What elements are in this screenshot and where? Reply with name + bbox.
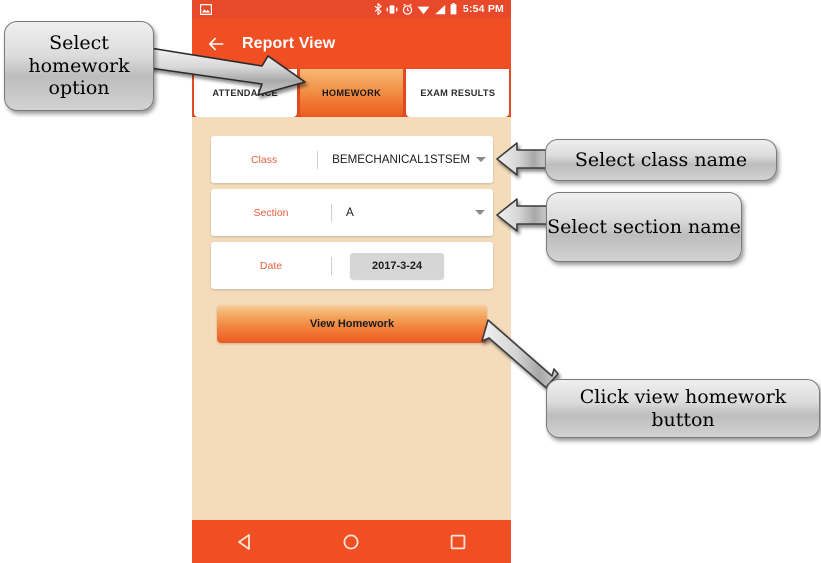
back-arrow-icon[interactable] xyxy=(206,34,226,54)
circle-home-icon[interactable] xyxy=(341,532,361,552)
page-title: Report View xyxy=(242,34,336,52)
wifi-icon xyxy=(417,6,430,14)
screenshot-stage: 5:54 PM Report View ATTENDANCE HOMEWORK … xyxy=(0,0,821,563)
class-field-row[interactable]: Class BEMECHANICAL1STSEM xyxy=(211,136,493,183)
square-recents-icon[interactable] xyxy=(448,532,468,552)
status-bar-left xyxy=(192,3,212,15)
tab-attendance[interactable]: ATTENDANCE xyxy=(193,69,297,117)
section-label: Section xyxy=(253,206,289,219)
triangle-back-icon[interactable] xyxy=(235,532,255,552)
class-value: BEMECHANICAL1STSEM xyxy=(332,152,470,166)
battery-icon xyxy=(450,3,457,15)
class-label: Class xyxy=(250,153,278,166)
app-bar: Report View xyxy=(192,18,511,69)
status-bar: 5:54 PM xyxy=(192,0,511,18)
date-field-row: Date 2017-3-24 xyxy=(211,242,493,289)
alarm-icon xyxy=(402,3,413,15)
date-value-wrap: 2017-3-24 xyxy=(332,252,493,279)
class-dropdown-caret[interactable] xyxy=(470,157,493,162)
status-bar-clock: 5:54 PM xyxy=(462,3,504,15)
vibrate-icon xyxy=(386,4,398,14)
tab-bar: ATTENDANCE HOMEWORK EXAM RESULTS xyxy=(192,69,511,117)
callout-select-homework-option: Select homework option xyxy=(4,21,154,111)
cellular-signal-icon xyxy=(435,4,446,14)
android-nav-bar xyxy=(192,520,511,563)
callout-select-section-name: Select section name xyxy=(546,192,742,262)
image-icon xyxy=(200,3,212,15)
status-bar-right: 5:54 PM xyxy=(374,3,511,15)
bluetooth-icon xyxy=(374,3,382,15)
tab-homework[interactable]: HOMEWORK xyxy=(299,69,404,117)
chevron-down-icon xyxy=(475,210,485,215)
callout-select-class-name: Select class name xyxy=(545,139,777,181)
tab-exam-results[interactable]: EXAM RESULTS xyxy=(406,69,510,117)
content-area: Class BEMECHANICAL1STSEM Section A Date xyxy=(192,117,511,520)
section-dropdown-caret[interactable] xyxy=(467,210,493,215)
view-homework-button[interactable]: View Homework xyxy=(217,305,487,343)
date-picker-button[interactable]: 2017-3-24 xyxy=(350,252,445,279)
callout-click-view-homework-button: Click view homework button xyxy=(546,379,820,438)
phone-screen: 5:54 PM Report View ATTENDANCE HOMEWORK … xyxy=(192,0,511,563)
chevron-down-icon xyxy=(476,157,487,162)
section-value: A xyxy=(346,205,354,219)
section-field-row[interactable]: Section A xyxy=(211,189,493,236)
date-label: Date xyxy=(259,259,283,272)
